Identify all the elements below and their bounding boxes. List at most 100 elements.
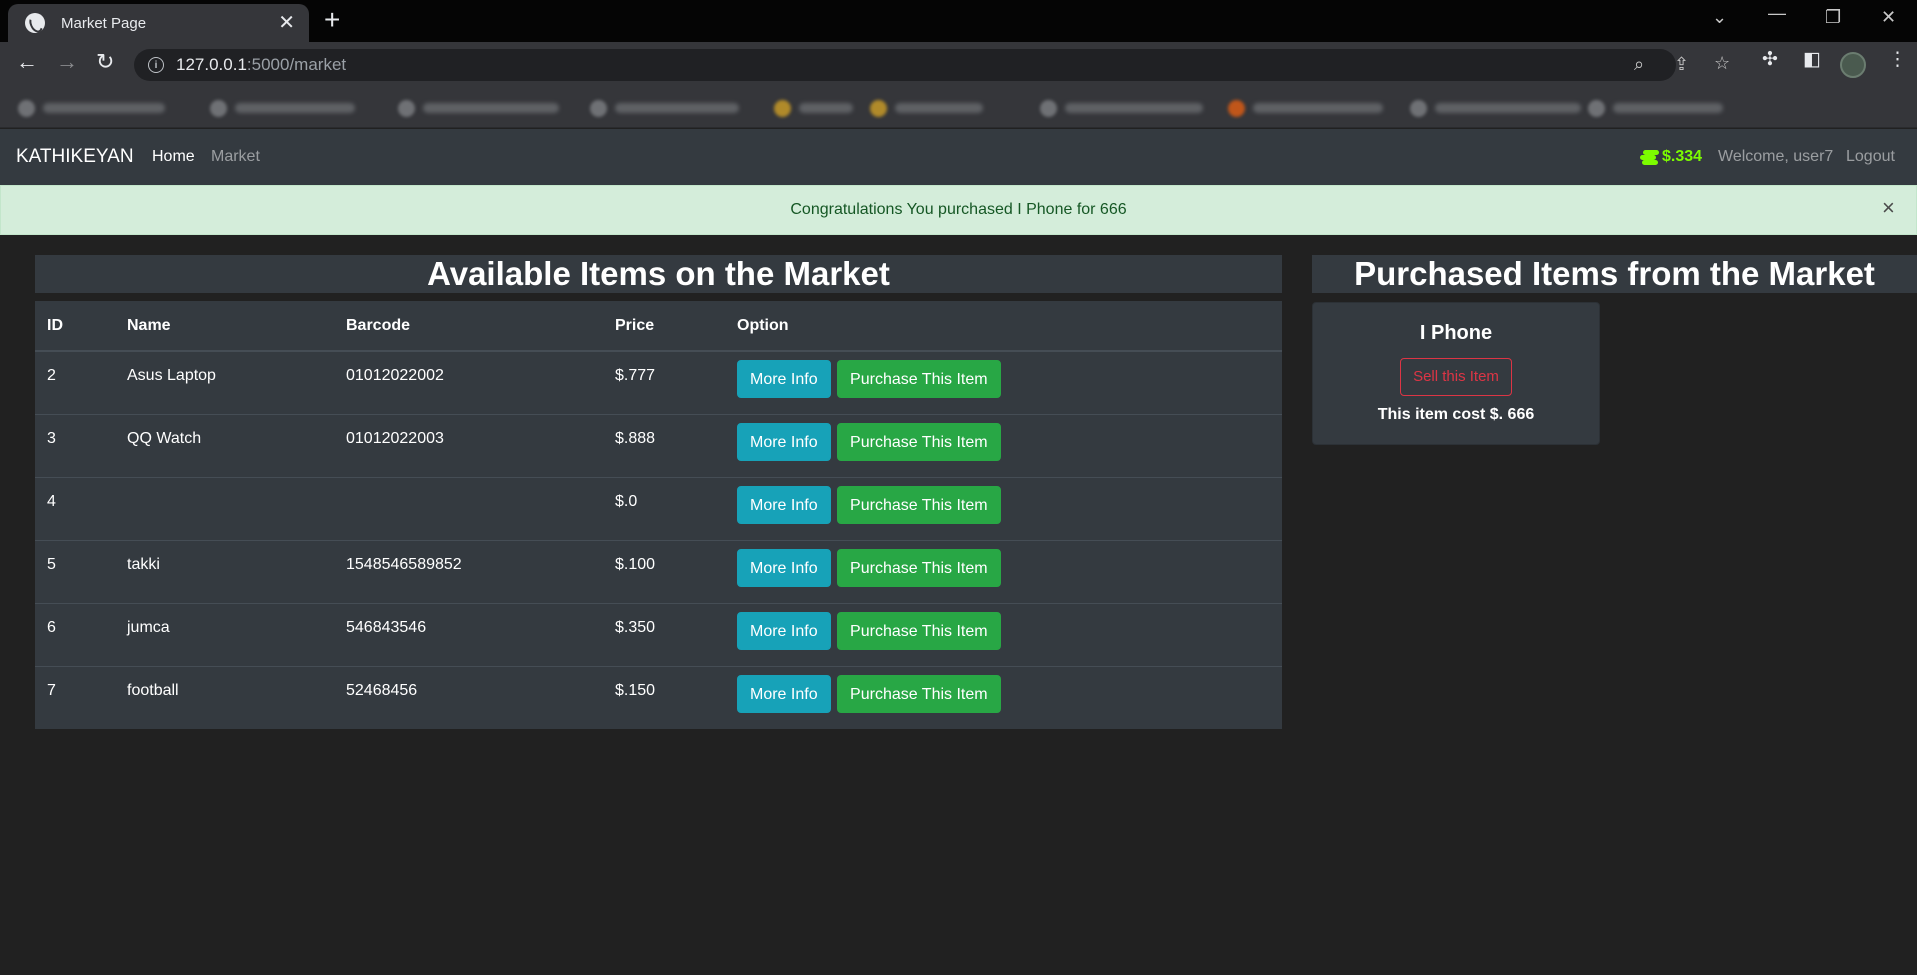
bookmark-item[interactable] <box>1040 99 1203 117</box>
purchase-item-button[interactable]: Purchase This Item <box>837 548 1001 587</box>
address-bar[interactable]: i 127.0.0.1:5000/market ⌕ ⇪ ☆ <box>134 49 1730 81</box>
owned-item-card: I Phone Sell this Item This item cost $.… <box>1312 302 1600 445</box>
bookmark-item[interactable] <box>590 99 739 117</box>
zoom-icon[interactable]: ⌕ <box>1634 55 1644 73</box>
cell-name <box>115 476 334 540</box>
cell-options: More Info Purchase This Item <box>725 539 1282 603</box>
cell-name: Asus Laptop <box>115 350 334 414</box>
sell-item-button[interactable]: Sell this Item <box>1400 358 1512 396</box>
cell-barcode <box>334 476 603 540</box>
column-header-option: Option <box>725 301 1282 352</box>
tab-title: Market Page <box>61 14 147 32</box>
more-info-button[interactable]: More Info <box>737 360 831 398</box>
forward-icon[interactable]: → <box>56 51 78 73</box>
market-items-table: ID Name Barcode Price Option 2 Asus Lapt… <box>35 301 1282 729</box>
browser-menu-icon[interactable]: ⋮ <box>1888 50 1907 69</box>
table-row: 6 jumca 546843546 $.350 More Info Purcha… <box>35 602 1282 666</box>
more-info-button[interactable]: More Info <box>737 674 831 713</box>
back-icon[interactable]: ← <box>16 51 38 73</box>
bookmarks-bar <box>0 88 1917 128</box>
more-info-button[interactable]: More Info <box>737 485 831 524</box>
cell-options: More Info Purchase This Item <box>725 350 1282 414</box>
site-info-icon[interactable]: i <box>148 57 164 73</box>
bookmark-item[interactable] <box>398 99 559 117</box>
bookmark-item[interactable] <box>1588 99 1723 117</box>
minimize-icon[interactable]: — <box>1768 4 1786 22</box>
cell-price: $.777 <box>603 350 725 414</box>
table-row: 3 QQ Watch 01012022003 $.888 More Info P… <box>35 413 1282 477</box>
cell-barcode: 01012022003 <box>334 413 603 477</box>
cell-name: jumca <box>115 602 334 666</box>
logout-link[interactable]: Logout <box>1846 148 1895 166</box>
column-header-price: Price <box>603 301 725 352</box>
alert-message: Congratulations You purchased I Phone fo… <box>790 201 1127 218</box>
table-row: 2 Asus Laptop 01012022002 $.777 More Inf… <box>35 350 1282 414</box>
cell-id: 7 <box>35 665 115 729</box>
reload-icon[interactable]: ↻ <box>96 51 114 73</box>
cell-name: takki <box>115 539 334 603</box>
tab-close-icon[interactable]: ✕ <box>278 13 295 33</box>
column-header-id: ID <box>35 301 115 352</box>
new-tab-icon[interactable]: + <box>324 6 340 34</box>
cell-price: $.888 <box>603 413 725 477</box>
alert-close-icon[interactable]: × <box>1882 197 1895 219</box>
cell-name: QQ Watch <box>115 413 334 477</box>
cell-id: 5 <box>35 539 115 603</box>
brand-link[interactable]: KATHIKEYAN <box>16 146 134 168</box>
profile-avatar[interactable] <box>1840 52 1866 78</box>
extensions-icon[interactable]: ✣ <box>1762 50 1778 69</box>
cell-price: $.150 <box>603 665 725 729</box>
cell-id: 4 <box>35 476 115 540</box>
bookmark-item[interactable] <box>1228 99 1383 117</box>
cell-options: More Info Purchase This Item <box>725 413 1282 477</box>
purchase-item-button[interactable]: Purchase This Item <box>837 422 1001 461</box>
url-path: :5000/market <box>246 55 347 74</box>
bookmark-item[interactable] <box>18 99 165 117</box>
bookmark-item[interactable] <box>774 99 853 117</box>
column-header-name: Name <box>115 301 334 352</box>
more-info-button[interactable]: More Info <box>737 611 831 650</box>
browser-toolbar: ← → ↻ i 127.0.0.1:5000/market ⌕ ⇪ ☆ <box>0 42 1917 88</box>
bookmark-item[interactable] <box>1410 99 1581 117</box>
window-close-icon[interactable]: ✕ <box>1881 8 1896 26</box>
owned-item-cost: This item cost $. 666 <box>1377 406 1535 423</box>
side-panel-icon[interactable]: ◧ <box>1803 50 1821 69</box>
purchase-item-button[interactable]: Purchase This Item <box>837 674 1001 713</box>
share-icon[interactable]: ⇪ <box>1674 55 1689 73</box>
cell-price: $.350 <box>603 602 725 666</box>
purchase-item-button[interactable]: Purchase This Item <box>837 611 1001 650</box>
tab-search-chevron-icon[interactable]: ⌄ <box>1712 8 1727 26</box>
owned-section-title: Purchased Items from the Market <box>1312 255 1917 293</box>
app-navbar: KATHIKEYAN Home Market $.334 Welcome, us… <box>0 129 1917 185</box>
table-header-row: ID Name Barcode Price Option <box>35 301 1282 352</box>
purchase-item-button[interactable]: Purchase This Item <box>837 485 1001 524</box>
more-info-button[interactable]: More Info <box>737 548 831 587</box>
restore-icon[interactable]: ❐ <box>1825 8 1841 26</box>
cell-barcode: 1548546589852 <box>334 539 603 603</box>
bookmark-item[interactable] <box>210 99 355 117</box>
cell-price: $.100 <box>603 539 725 603</box>
cell-id: 3 <box>35 413 115 477</box>
purchase-success-alert: Congratulations You purchased I Phone fo… <box>0 185 1917 235</box>
nav-home-link[interactable]: Home <box>152 148 195 166</box>
cell-barcode: 546843546 <box>334 602 603 666</box>
purchase-item-button[interactable]: Purchase This Item <box>837 360 1001 398</box>
table-row: 4 $.0 More Info Purchase This Item <box>35 476 1282 540</box>
nav-market-link[interactable]: Market <box>211 148 260 166</box>
table-row: 5 takki 1548546589852 $.100 More Info Pu… <box>35 539 1282 603</box>
budget-display: $.334 <box>1640 148 1702 166</box>
cell-price: $.0 <box>603 476 725 540</box>
browser-tab-strip: Market Page ✕ + ⌄ — ❐ ✕ <box>0 0 1917 42</box>
bookmark-item[interactable] <box>870 99 983 117</box>
welcome-text: Welcome, user7 <box>1718 148 1834 165</box>
cell-options: More Info Purchase This Item <box>725 476 1282 540</box>
browser-tab[interactable]: Market Page ✕ <box>8 4 309 42</box>
globe-icon <box>25 13 45 33</box>
cell-options: More Info Purchase This Item <box>725 665 1282 729</box>
coins-icon <box>1640 149 1659 165</box>
cell-options: More Info Purchase This Item <box>725 602 1282 666</box>
url-host: 127.0.0.1 <box>176 55 247 74</box>
more-info-button[interactable]: More Info <box>737 422 831 461</box>
table-row: 7 football 52468456 $.150 More Info Purc… <box>35 665 1282 729</box>
bookmark-star-icon[interactable]: ☆ <box>1714 54 1730 72</box>
